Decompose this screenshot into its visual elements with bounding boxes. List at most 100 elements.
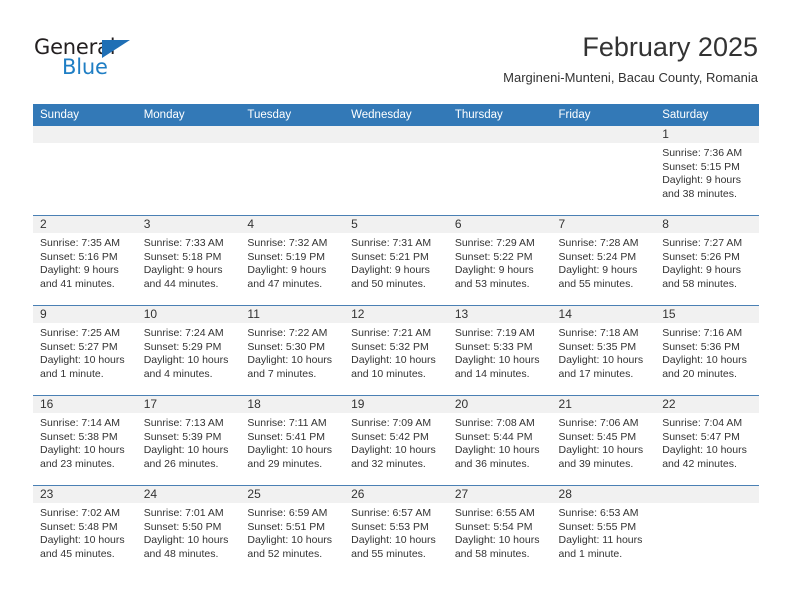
sunrise-text: Sunrise: 7:04 AM (662, 417, 743, 429)
sunrise-text: Sunrise: 7:19 AM (454, 327, 535, 339)
daylight-text: Daylight: 9 hours and 47 minutes. (247, 264, 327, 290)
daylight-text: Daylight: 10 hours and 7 minutes. (247, 354, 333, 380)
daylight-text: Daylight: 10 hours and 58 minutes. (454, 534, 540, 560)
daylight-text: Daylight: 10 hours and 17 minutes. (558, 354, 644, 380)
daylight-text: Daylight: 10 hours and 32 minutes. (351, 444, 436, 470)
calendar-week-row: 16 Sunrise: 7:14 AM Sunset: 5:38 PM Dayligh… (33, 395, 759, 486)
weekday-header-wednesday: Wednesday (344, 104, 448, 126)
calendar-day-cell[interactable]: 2 Sunrise: 7:35 AM Sunset: 5:16 PM Daylight… (33, 215, 137, 306)
day-number: 16 (33, 396, 137, 413)
daylight-text: Daylight: 10 hours and 20 minutes. (662, 354, 747, 380)
daylight-text: Daylight: 9 hours and 55 minutes. (558, 264, 638, 290)
day-number: 22 (655, 396, 759, 413)
sunset-text: Sunset: 5:19 PM (247, 250, 326, 263)
day-details: Sunrise: 7:25 AM Sunset: 5:27 PM Daylight:… (33, 323, 137, 381)
title-block: February 2025 Margineni-Munteni, Bacau C… (503, 30, 758, 88)
day-details: Sunrise: 7:27 AM Sunset: 5:26 PM Daylight:… (655, 233, 759, 291)
sunset-text: Sunset: 5:38 PM (40, 430, 118, 443)
day-details: Sunrise: 7:28 AM Sunset: 5:24 PM Daylight:… (552, 233, 656, 291)
calendar-day-cell[interactable]: 26 Sunrise: 6:57 AM Sunset: 5:53 PM Dayligh… (344, 485, 448, 575)
daylight-text: Daylight: 10 hours and 55 minutes. (351, 534, 436, 560)
calendar-day-cell[interactable]: 5 Sunrise: 7:31 AM Sunset: 5:21 PM Daylight… (344, 215, 448, 306)
sunset-text: Sunset: 5:22 PM (454, 250, 533, 263)
sunrise-text: Sunrise: 7:35 AM (40, 237, 120, 249)
day-number: 15 (655, 306, 759, 323)
day-number: 4 (240, 216, 345, 233)
calendar-day-cell[interactable]: 22 Sunrise: 7:04 AM Sunset: 5:47 PM Dayligh… (655, 395, 759, 486)
sunrise-text: Sunrise: 7:36 AM (662, 147, 743, 159)
day-number: 25 (240, 486, 345, 503)
calendar-day-cell[interactable]: 21 Sunrise: 7:06 AM Sunset: 5:45 PM Dayligh… (551, 395, 656, 486)
calendar-day-cell[interactable]: 16 Sunrise: 7:14 AM Sunset: 5:38 PM Dayligh… (33, 395, 137, 486)
calendar-day-cell[interactable]: 20 Sunrise: 7:08 AM Sunset: 5:44 PM Dayligh… (447, 395, 552, 486)
calendar-cell-empty (655, 485, 759, 575)
sunset-text: Sunset: 5:21 PM (351, 250, 429, 263)
day-number: 19 (344, 396, 448, 413)
calendar-day-cell[interactable]: 15 Sunrise: 7:16 AM Sunset: 5:36 PM Dayligh… (655, 305, 759, 396)
day-details: Sunrise: 6:55 AM Sunset: 5:54 PM Daylight:… (448, 503, 552, 561)
sunset-text: Sunset: 5:54 PM (454, 520, 533, 533)
day-details: Sunrise: 7:14 AM Sunset: 5:38 PM Daylight:… (33, 413, 137, 471)
calendar-body: 1 Sunrise: 7:36 AM Sunset: 5:15 PM Daylight… (33, 126, 759, 575)
calendar-day-cell[interactable]: 18 Sunrise: 7:11 AM Sunset: 5:41 PM Dayligh… (240, 395, 345, 486)
day-details: Sunrise: 7:35 AM Sunset: 5:16 PM Daylight:… (33, 233, 137, 291)
day-number: 12 (344, 306, 448, 323)
daylight-text: Daylight: 9 hours and 41 minutes. (40, 264, 119, 290)
calendar-day-cell[interactable]: 17 Sunrise: 7:13 AM Sunset: 5:39 PM Dayligh… (136, 395, 241, 486)
calendar-day-cell[interactable]: 28 Sunrise: 6:53 AM Sunset: 5:55 PM Dayligh… (551, 485, 656, 575)
location-subtitle: Margineni-Munteni, Bacau County, Romania (503, 70, 758, 85)
sunrise-text: Sunrise: 6:53 AM (558, 507, 639, 519)
daylight-text: Daylight: 10 hours and 36 minutes. (454, 444, 540, 470)
calendar-table: Sunday Monday Tuesday Wednesday Thursday… (33, 104, 759, 575)
calendar-day-cell[interactable]: 4 Sunrise: 7:32 AM Sunset: 5:19 PM Daylight… (240, 215, 345, 306)
weekday-header-tuesday: Tuesday (240, 104, 345, 126)
day-number (447, 126, 552, 143)
calendar-day-cell[interactable]: 1 Sunrise: 7:36 AM Sunset: 5:15 PM Daylight… (655, 126, 759, 216)
weekday-header-thursday: Thursday (447, 104, 552, 126)
calendar-day-cell[interactable]: 3 Sunrise: 7:33 AM Sunset: 5:18 PM Daylight… (136, 215, 241, 306)
daylight-text: Daylight: 9 hours and 38 minutes. (662, 174, 742, 200)
calendar-day-cell[interactable]: 10 Sunrise: 7:24 AM Sunset: 5:29 PM Dayligh… (136, 305, 241, 396)
calendar-week-row: 23 Sunrise: 7:02 AM Sunset: 5:48 PM Dayligh… (33, 485, 759, 575)
day-number: 20 (447, 396, 552, 413)
day-details: Sunrise: 7:02 AM Sunset: 5:48 PM Daylight:… (33, 503, 137, 561)
calendar-day-cell[interactable]: 8 Sunrise: 7:27 AM Sunset: 5:26 PM Daylight… (655, 215, 759, 306)
day-number: 5 (344, 216, 448, 233)
weekday-header-saturday: Saturday (655, 104, 759, 126)
daylight-text: Daylight: 10 hours and 42 minutes. (662, 444, 747, 470)
sunset-text: Sunset: 5:35 PM (558, 340, 637, 353)
sunset-text: Sunset: 5:41 PM (247, 430, 326, 443)
calendar-day-cell[interactable]: 24 Sunrise: 7:01 AM Sunset: 5:50 PM Dayligh… (136, 485, 241, 575)
day-number: 14 (551, 306, 656, 323)
day-number (33, 126, 137, 143)
sunrise-text: Sunrise: 7:09 AM (351, 417, 432, 429)
calendar-day-cell[interactable]: 9 Sunrise: 7:25 AM Sunset: 5:27 PM Daylight… (33, 305, 137, 396)
sunset-text: Sunset: 5:47 PM (662, 430, 740, 443)
daylight-text: Daylight: 10 hours and 1 minute. (40, 354, 125, 380)
weekday-header-monday: Monday (136, 104, 241, 126)
day-number: 7 (551, 216, 656, 233)
day-number: 10 (136, 306, 241, 323)
sunset-text: Sunset: 5:55 PM (558, 520, 637, 533)
calendar-day-cell[interactable]: 19 Sunrise: 7:09 AM Sunset: 5:42 PM Dayligh… (344, 395, 448, 486)
sunrise-text: Sunrise: 7:21 AM (351, 327, 432, 339)
calendar-day-cell[interactable]: 6 Sunrise: 7:29 AM Sunset: 5:22 PM Daylight… (447, 215, 552, 306)
calendar-day-cell[interactable]: 11 Sunrise: 7:22 AM Sunset: 5:30 PM Dayligh… (240, 305, 345, 396)
calendar-day-cell[interactable]: 27 Sunrise: 6:55 AM Sunset: 5:54 PM Dayligh… (447, 485, 552, 575)
sunrise-text: Sunrise: 6:55 AM (454, 507, 535, 519)
logo-text-blue: Blue (62, 55, 108, 79)
calendar-day-cell[interactable]: 23 Sunrise: 7:02 AM Sunset: 5:48 PM Dayligh… (33, 485, 137, 575)
calendar-day-cell[interactable]: 25 Sunrise: 6:59 AM Sunset: 5:51 PM Dayligh… (240, 485, 345, 575)
daylight-text: Daylight: 10 hours and 52 minutes. (247, 534, 333, 560)
sunrise-text: Sunrise: 7:29 AM (454, 237, 535, 249)
calendar-day-cell[interactable]: 13 Sunrise: 7:19 AM Sunset: 5:33 PM Dayligh… (447, 305, 552, 396)
sunrise-text: Sunrise: 7:25 AM (40, 327, 120, 339)
calendar-day-cell[interactable]: 14 Sunrise: 7:18 AM Sunset: 5:35 PM Dayligh… (551, 305, 656, 396)
calendar-day-cell[interactable]: 12 Sunrise: 7:21 AM Sunset: 5:32 PM Dayligh… (344, 305, 448, 396)
page-title: February 2025 (582, 32, 758, 62)
day-number (655, 486, 759, 503)
calendar-cell-empty (447, 126, 552, 216)
sunset-text: Sunset: 5:29 PM (143, 340, 222, 353)
calendar-day-cell[interactable]: 7 Sunrise: 7:28 AM Sunset: 5:24 PM Daylight… (551, 215, 656, 306)
day-number: 11 (240, 306, 345, 323)
